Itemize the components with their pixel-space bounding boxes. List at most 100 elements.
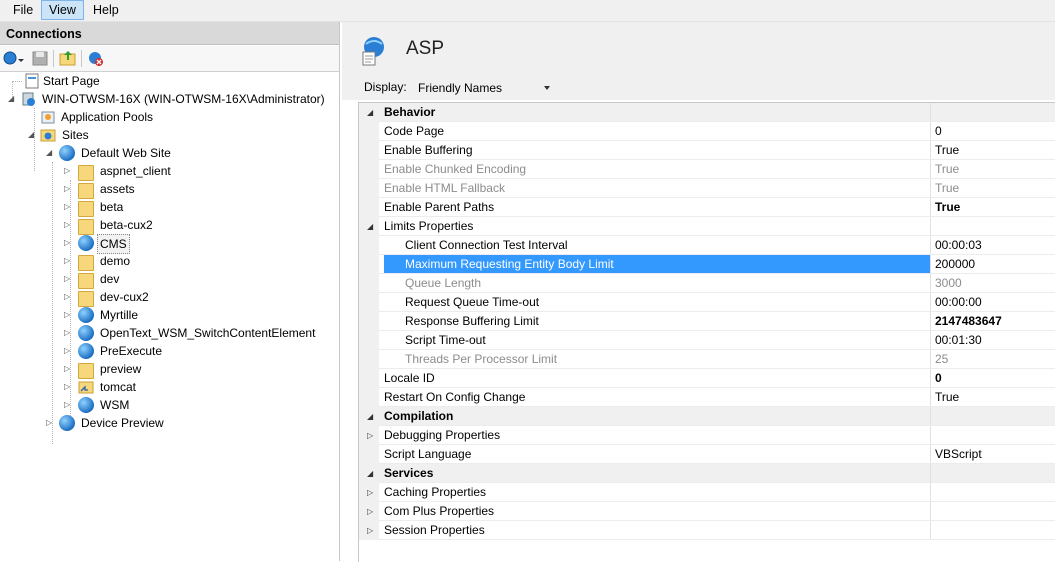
expand-icon[interactable]: ▷: [64, 328, 72, 338]
collapse-icon[interactable]: ◢: [367, 412, 373, 421]
row-gutter: [359, 236, 379, 255]
property-name: Threads Per Processor Limit: [405, 352, 558, 366]
expand-icon[interactable]: ▷: [64, 274, 72, 284]
property-value[interactable]: True: [930, 198, 1055, 216]
row-gutter: [359, 293, 379, 312]
property-row[interactable]: Enable Buffering True: [359, 141, 1055, 160]
collapse-icon[interactable]: ◢: [8, 94, 16, 104]
property-value[interactable]: True: [930, 388, 1055, 406]
property-value[interactable]: 2147483647: [930, 312, 1055, 330]
property-row[interactable]: ▷ Caching Properties: [359, 483, 1055, 502]
expand-icon[interactable]: ▷: [367, 507, 373, 516]
row-gutter: [359, 141, 379, 160]
property-value[interactable]: 00:00:03: [930, 236, 1055, 254]
expand-icon[interactable]: ▷: [64, 292, 72, 302]
expand-icon[interactable]: ▷: [64, 346, 72, 356]
property-value[interactable]: True: [930, 179, 1055, 197]
folder-icon: [78, 273, 94, 289]
property-row[interactable]: Threads Per Processor Limit 25: [359, 350, 1055, 369]
collapse-icon[interactable]: ◢: [367, 469, 373, 478]
collapse-icon[interactable]: ◢: [46, 148, 54, 158]
property-category[interactable]: ◢ Compilation: [359, 407, 1055, 426]
property-row[interactable]: Maximum Requesting Entity Body Limit 2000…: [359, 255, 1055, 274]
property-name: Behavior: [384, 105, 436, 119]
property-value[interactable]: [930, 483, 1055, 501]
expand-icon[interactable]: ▷: [64, 310, 72, 320]
property-category[interactable]: ◢ Behavior: [359, 103, 1055, 122]
property-name: Queue Length: [405, 276, 482, 290]
property-value[interactable]: True: [930, 160, 1055, 178]
expand-icon[interactable]: ▷: [64, 256, 72, 266]
property-row[interactable]: Response Buffering Limit 2147483647: [359, 312, 1055, 331]
expand-icon[interactable]: ▷: [64, 238, 72, 248]
property-name: Enable Parent Paths: [384, 200, 495, 214]
property-name: Session Properties: [384, 523, 485, 537]
collapse-icon[interactable]: ◢: [28, 130, 36, 140]
expand-icon[interactable]: ▷: [64, 220, 72, 230]
property-value[interactable]: [930, 407, 1055, 425]
property-row[interactable]: Queue Length 3000: [359, 274, 1055, 293]
property-value[interactable]: [930, 103, 1055, 121]
connect-icon[interactable]: [3, 50, 25, 67]
property-value[interactable]: True: [930, 141, 1055, 159]
property-row[interactable]: Script Time-out 00:01:30: [359, 331, 1055, 350]
property-row[interactable]: Client Connection Test Interval 00:00:03: [359, 236, 1055, 255]
property-row[interactable]: ▷ Debugging Properties: [359, 426, 1055, 445]
property-category[interactable]: ◢ Services: [359, 464, 1055, 483]
feature-pane: ASP Display: Friendly Names ◢ Behavior Cod…: [342, 22, 1055, 562]
property-value[interactable]: 25: [930, 350, 1055, 368]
property-value[interactable]: [930, 521, 1055, 539]
property-value[interactable]: [930, 426, 1055, 444]
property-row[interactable]: Locale ID 0: [359, 369, 1055, 388]
property-value[interactable]: [930, 464, 1055, 482]
menu-view[interactable]: View: [41, 0, 84, 20]
property-value[interactable]: 00:01:30: [930, 331, 1055, 349]
row-gutter: [359, 388, 379, 407]
property-value[interactable]: [930, 502, 1055, 520]
menu-file[interactable]: File: [6, 1, 40, 19]
property-value[interactable]: 0: [930, 122, 1055, 140]
web-app-icon: [78, 325, 94, 341]
property-row[interactable]: Enable Parent Paths True: [359, 198, 1055, 217]
property-row[interactable]: ▷ Session Properties: [359, 521, 1055, 540]
expand-icon[interactable]: ▷: [367, 488, 373, 497]
property-row[interactable]: Enable HTML Fallback True: [359, 179, 1055, 198]
expand-icon[interactable]: ▷: [64, 166, 72, 176]
expand-icon[interactable]: ▷: [64, 382, 72, 392]
property-row[interactable]: ◢ Limits Properties: [359, 217, 1055, 236]
property-value[interactable]: 3000: [930, 274, 1055, 292]
expand-icon[interactable]: ▷: [64, 400, 72, 410]
collapse-icon[interactable]: ◢: [367, 108, 373, 117]
property-row[interactable]: Code Page 0: [359, 122, 1055, 141]
collapse-icon[interactable]: ◢: [367, 222, 373, 231]
property-value[interactable]: [930, 217, 1055, 235]
expand-icon[interactable]: ▷: [367, 431, 373, 440]
property-name: Restart On Config Change: [384, 390, 526, 404]
virtual-dir-icon: [78, 381, 94, 394]
save-icon[interactable]: [32, 50, 48, 67]
folder-icon: [78, 183, 94, 199]
property-row[interactable]: Restart On Config Change True: [359, 388, 1055, 407]
property-value[interactable]: VBScript: [930, 445, 1055, 463]
property-row[interactable]: Script Language VBScript: [359, 445, 1055, 464]
property-name: Com Plus Properties: [384, 504, 495, 518]
expand-icon[interactable]: ▷: [46, 418, 54, 428]
expand-icon[interactable]: ▷: [367, 526, 373, 535]
property-name: Response Buffering Limit: [405, 314, 539, 328]
disconnect-icon[interactable]: [87, 50, 105, 67]
up-folder-icon[interactable]: [59, 50, 76, 67]
expand-icon[interactable]: ▷: [64, 184, 72, 194]
menu-help[interactable]: Help: [86, 1, 126, 19]
row-gutter: [359, 369, 379, 388]
expand-icon[interactable]: ▷: [64, 364, 72, 374]
property-row[interactable]: ▷ Com Plus Properties: [359, 502, 1055, 521]
expand-icon[interactable]: ▷: [64, 202, 72, 212]
display-select[interactable]: Friendly Names: [414, 79, 555, 98]
web-app-icon: [78, 397, 94, 413]
asp-feature-icon: [362, 37, 384, 66]
property-row[interactable]: Request Queue Time-out 00:00:00: [359, 293, 1055, 312]
property-row[interactable]: Enable Chunked Encoding True: [359, 160, 1055, 179]
property-value[interactable]: 0: [930, 369, 1055, 387]
property-value[interactable]: 00:00:00: [930, 293, 1055, 311]
property-value[interactable]: 200000: [930, 255, 1055, 273]
